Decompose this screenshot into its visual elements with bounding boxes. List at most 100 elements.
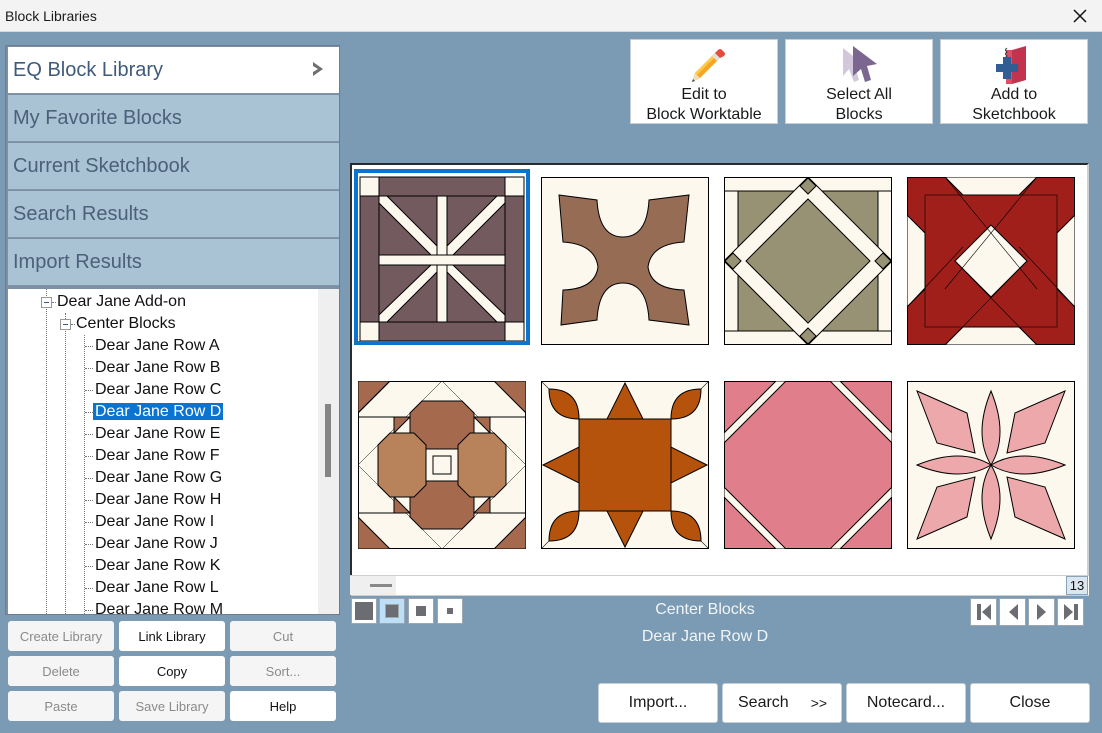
library-search-results[interactable]: Search Results <box>8 191 339 238</box>
tree-item[interactable]: Dear Jane Row H <box>93 489 223 511</box>
size-small-button[interactable] <box>437 598 463 624</box>
pencil-icon <box>692 49 725 82</box>
link-library-button[interactable]: Link Library <box>119 621 225 651</box>
tree-item[interactable]: Dear Jane Row M <box>93 599 225 614</box>
page-counter: 13 <box>1066 576 1088 595</box>
notecard-button[interactable]: Notecard... <box>846 683 966 723</box>
tree-scrollbar[interactable] <box>318 289 339 614</box>
previous-page-icon <box>1008 604 1018 620</box>
block-name-label: Dear Jane Row D <box>641 628 769 645</box>
tree-connector <box>85 412 93 413</box>
block-brown-x <box>541 177 709 345</box>
library-label: Import Results <box>13 250 142 273</box>
sketchbook-add-icon <box>996 46 1026 84</box>
library-panel: EQ Block Library My Favorite Blocks Curr… <box>5 45 340 615</box>
library-label: EQ Block Library <box>13 58 164 81</box>
save-library-button[interactable]: Save Library <box>119 691 225 721</box>
block-plum-spokes <box>358 173 526 341</box>
create-library-button[interactable]: Create Library <box>8 621 114 651</box>
size-extra-large-button[interactable] <box>351 598 377 624</box>
collapse-icon[interactable] <box>60 319 71 330</box>
block-thumbnail[interactable] <box>541 381 709 549</box>
sort-button[interactable]: Sort... <box>230 656 336 686</box>
tree-scrollbar-thumb[interactable] <box>325 404 331 477</box>
tree-connector <box>85 566 93 567</box>
block-thumbnail[interactable] <box>907 177 1075 345</box>
tree-connector <box>85 588 93 589</box>
select-all-blocks-button[interactable]: Select All Blocks <box>785 39 933 124</box>
tree-item[interactable]: Dear Jane Row J <box>93 533 220 555</box>
paste-button[interactable]: Paste <box>8 691 114 721</box>
block-pink-flower <box>907 381 1075 549</box>
tree-connector <box>85 434 93 435</box>
block-thumbnail[interactable] <box>907 381 1075 549</box>
copy-button[interactable]: Copy <box>119 656 225 686</box>
block-thumbnail[interactable] <box>724 177 892 345</box>
cursor-arrows-icon <box>843 46 877 82</box>
category-label: Center Blocks <box>655 601 755 618</box>
next-page-button[interactable] <box>1028 598 1055 626</box>
medium-square-icon <box>385 604 399 618</box>
library-label: My Favorite Blocks <box>13 106 182 129</box>
import-button[interactable]: Import... <box>598 683 718 723</box>
previous-page-button[interactable] <box>999 598 1026 626</box>
next-page-icon <box>1036 604 1046 620</box>
tree-item[interactable]: Dear Jane Row I <box>93 511 216 533</box>
first-page-icon <box>976 604 991 620</box>
library-label: Search Results <box>13 202 149 225</box>
collapse-icon[interactable] <box>41 297 52 308</box>
block-thumbnail[interactable] <box>724 381 892 549</box>
cut-button[interactable]: Cut <box>230 621 336 651</box>
tree-connector <box>85 544 93 545</box>
tree-item[interactable]: Dear Jane Row L <box>93 577 221 599</box>
library-my-favorite-blocks[interactable]: My Favorite Blocks <box>8 95 339 142</box>
last-page-icon <box>1063 604 1078 620</box>
tree-connector <box>84 335 85 614</box>
block-red-cross <box>907 177 1075 345</box>
tree-connector <box>85 390 93 391</box>
tree-connector <box>85 610 93 611</box>
tiny-square-icon <box>447 608 453 614</box>
library-eq-block-library[interactable]: EQ Block Library <box>8 47 339 94</box>
search-button[interactable]: Search >> <box>722 683 842 723</box>
edit-to-block-worktable-button[interactable]: Edit to Block Worktable <box>630 39 778 124</box>
scrollbar-thumb[interactable] <box>370 584 392 587</box>
tree-connector <box>85 522 93 523</box>
tree-node-dear-jane-add-on[interactable]: Dear Jane Add-on <box>55 291 188 313</box>
delete-button[interactable]: Delete <box>8 656 114 686</box>
small-square-icon <box>416 606 426 616</box>
tree-item[interactable]: Dear Jane Row F <box>93 445 222 467</box>
close-button[interactable]: Close <box>970 683 1090 723</box>
tree-connector <box>85 456 93 457</box>
size-large-button[interactable] <box>379 598 405 624</box>
first-page-button[interactable] <box>970 598 997 626</box>
tree-item[interactable]: Dear Jane Row A <box>93 335 222 357</box>
tree-node-center-blocks[interactable]: Center Blocks <box>74 313 178 335</box>
tree-item[interactable]: Dear Jane Row G <box>93 467 224 489</box>
block-thumbnail[interactable] <box>354 169 530 345</box>
grid-horizontal-scrollbar[interactable] <box>350 575 1089 595</box>
tree-connector <box>46 305 47 614</box>
tree-connector <box>85 478 93 479</box>
tree-item[interactable]: Dear Jane Row B <box>93 357 222 379</box>
tree-item[interactable]: Dear Jane Row K <box>93 555 222 577</box>
tree-item[interactable]: Dear Jane Row C <box>93 379 223 401</box>
tree-item[interactable]: Dear Jane Row D <box>93 401 224 423</box>
large-square-icon <box>355 602 373 620</box>
help-button[interactable]: Help <box>230 691 336 721</box>
tree-item[interactable]: Dear Jane Row E <box>93 423 222 445</box>
last-page-button[interactable] <box>1057 598 1084 626</box>
size-medium-button[interactable] <box>408 598 434 624</box>
block-thumbnail[interactable] <box>541 177 709 345</box>
library-current-sketchbook[interactable]: Current Sketchbook <box>8 143 339 190</box>
tree-connector <box>65 327 66 614</box>
block-thumbnail[interactable] <box>358 381 526 549</box>
library-import-results[interactable]: Import Results <box>8 239 339 286</box>
tree-connector <box>85 346 93 347</box>
dialog-body: EQ Block Library My Favorite Blocks Curr… <box>0 32 1102 733</box>
tree-connector <box>85 368 93 369</box>
close-window-button[interactable] <box>1068 4 1092 28</box>
add-to-sketchbook-button[interactable]: Add to Sketchbook <box>940 39 1088 124</box>
title-bar: Block Libraries <box>0 0 1102 32</box>
chevron-right-icon <box>313 62 323 76</box>
